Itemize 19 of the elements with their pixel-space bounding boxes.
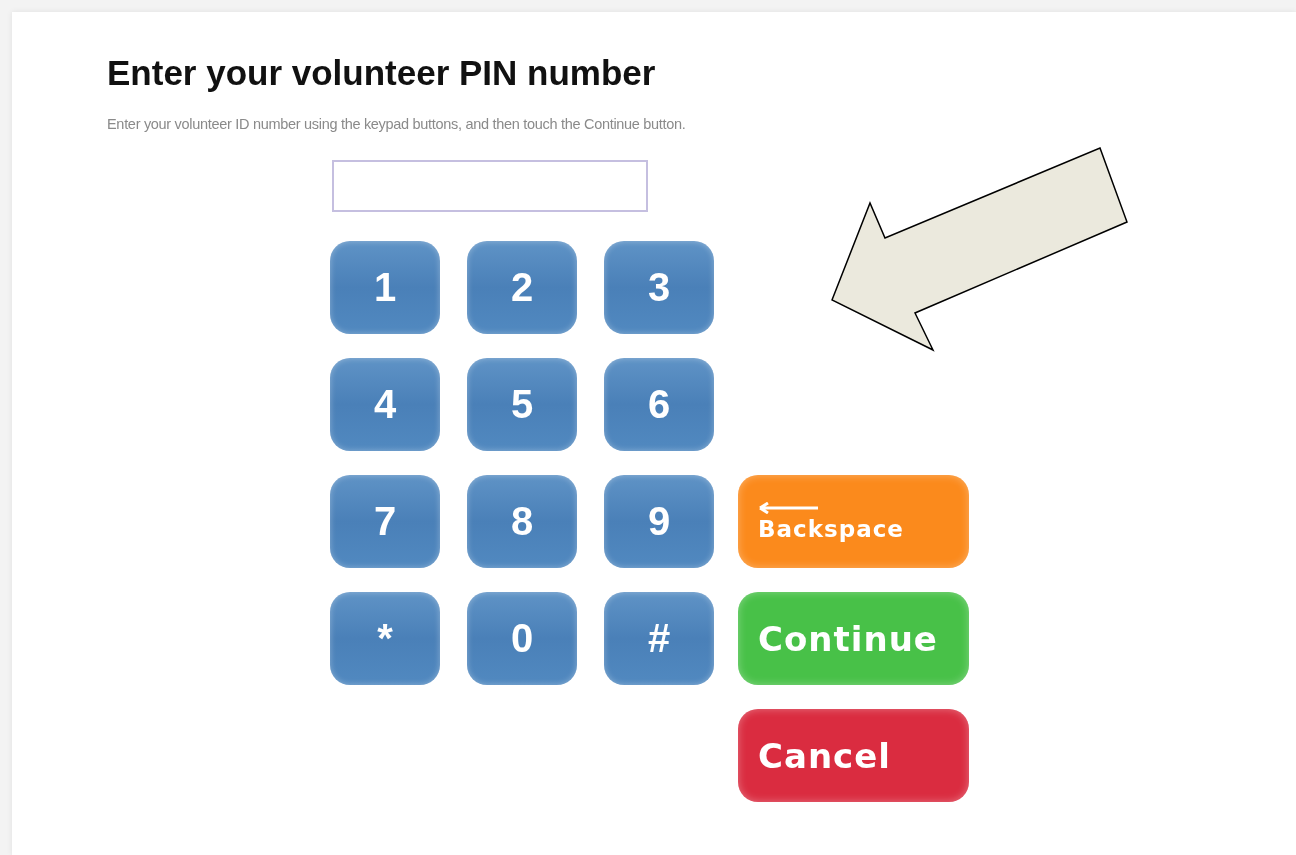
pin-field[interactable] <box>332 160 648 212</box>
keypad-key[interactable]: 1 <box>330 241 440 334</box>
keypad-key[interactable]: * <box>330 592 440 685</box>
keypad-key[interactable]: 9 <box>604 475 714 568</box>
instructions-text: Enter your volunteer ID number using the keypad buttons, and then touch the Continue button. <box>107 116 687 132</box>
keypad-key[interactable]: 7 <box>330 475 440 568</box>
keypad-key[interactable]: 6 <box>604 358 714 451</box>
backspace-button[interactable]: Backspace <box>738 475 969 568</box>
continue-button[interactable]: Continue <box>738 592 969 685</box>
keypad-key[interactable]: 0 <box>467 592 577 685</box>
keypad-key[interactable]: # <box>604 592 714 685</box>
page-title: Enter your volunteer PIN number <box>107 52 657 94</box>
keypad-key[interactable]: 8 <box>467 475 577 568</box>
keypad-key[interactable]: 2 <box>467 241 577 334</box>
keypad-key[interactable]: 3 <box>604 241 714 334</box>
left-arrow-icon <box>758 501 820 514</box>
keypad-key[interactable]: 5 <box>467 358 577 451</box>
keypad-key[interactable]: 4 <box>330 358 440 451</box>
cancel-button[interactable]: Cancel <box>738 709 969 802</box>
